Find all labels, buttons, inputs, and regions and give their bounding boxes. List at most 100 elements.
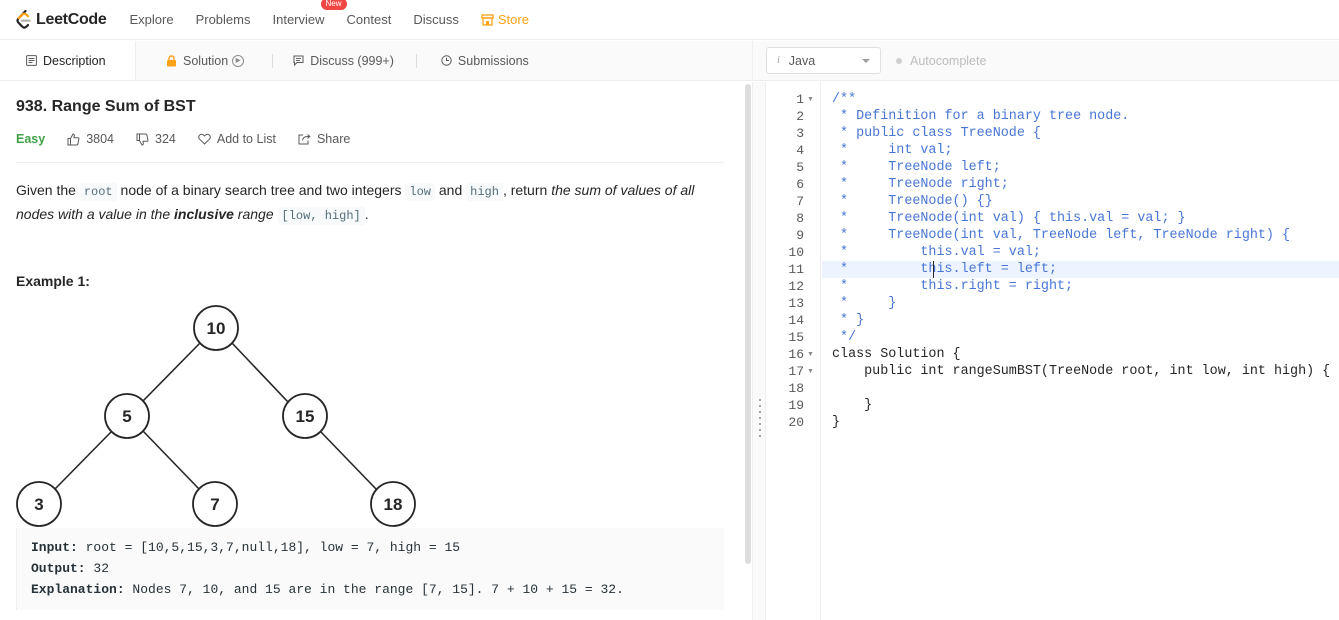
tree-node-label: 5 bbox=[122, 407, 131, 426]
nav-interview[interactable]: Interview New bbox=[272, 0, 347, 27]
example-output-label: Output: bbox=[31, 561, 86, 576]
tree-edge bbox=[141, 342, 201, 403]
dislike-count: 324 bbox=[155, 132, 176, 146]
example-block: Input: root = [10,5,15,3,7,null,18], low… bbox=[16, 528, 724, 610]
code-line: public int rangeSumBST(TreeNode root, in… bbox=[832, 364, 1331, 379]
line-number: 7 bbox=[796, 194, 804, 209]
dislike-button[interactable]: 324 bbox=[136, 132, 176, 146]
code-line: */ bbox=[832, 330, 857, 345]
store-icon bbox=[481, 13, 494, 26]
tab-submissions[interactable]: Submissions bbox=[417, 41, 545, 80]
code-line: * this.val = val; bbox=[832, 245, 1041, 260]
code-line: * } bbox=[832, 313, 865, 328]
clock-icon bbox=[441, 55, 452, 66]
code-editor[interactable]: 1 2 3 4 5 6 7 8 9 10 11 12 13 14 15 16 1… bbox=[766, 82, 1339, 620]
meta-divider bbox=[16, 162, 724, 163]
line-number: 3 bbox=[796, 126, 804, 141]
inline-code: root bbox=[79, 183, 117, 201]
heart-icon bbox=[198, 133, 211, 145]
code-line: * public class TreeNode { bbox=[832, 126, 1041, 141]
leetcode-logo[interactable]: LeetCode bbox=[16, 9, 107, 30]
fold-arrow-icon[interactable]: ▼ bbox=[807, 346, 814, 363]
tree-edge bbox=[319, 430, 378, 491]
code-line: class Solution { bbox=[832, 347, 961, 362]
example-input-label: Input: bbox=[31, 540, 78, 555]
language-select[interactable]: i Java bbox=[766, 47, 881, 74]
chevron-down-icon bbox=[862, 59, 870, 63]
tab-description[interactable]: Description bbox=[0, 41, 136, 80]
inline-code: low bbox=[405, 183, 435, 201]
line-number: 5 bbox=[796, 160, 804, 175]
line-number: 6 bbox=[796, 177, 804, 192]
tab-description-label: Description bbox=[43, 53, 106, 68]
nav-explore[interactable]: Explore bbox=[130, 12, 174, 27]
drag-handle-icon[interactable] bbox=[759, 397, 761, 439]
nav-problems[interactable]: Problems bbox=[196, 12, 251, 27]
line-number: 8 bbox=[796, 211, 804, 226]
description-scrollbar[interactable] bbox=[745, 84, 751, 564]
tab-discuss[interactable]: Discuss (999+) bbox=[273, 41, 416, 80]
difficulty-badge: Easy bbox=[16, 132, 46, 146]
statement-text: and bbox=[434, 182, 467, 198]
nav-interview-label: Interview bbox=[272, 12, 325, 27]
line-number: 18 bbox=[788, 381, 804, 396]
line-number: 10 bbox=[788, 245, 804, 260]
line-number: 15 bbox=[788, 330, 804, 345]
autocomplete-toggle[interactable]: Autocomplete bbox=[896, 54, 986, 68]
thumbs-up-icon bbox=[67, 132, 80, 145]
video-play-icon: ▸ bbox=[232, 54, 245, 67]
nav-discuss[interactable]: Discuss bbox=[413, 12, 459, 27]
panel-splitter[interactable] bbox=[752, 82, 766, 620]
line-number: 19 bbox=[788, 398, 804, 413]
add-to-list-button[interactable]: Add to List bbox=[198, 132, 276, 146]
nav-contest[interactable]: Contest bbox=[347, 12, 392, 27]
line-number: 4 bbox=[796, 143, 804, 158]
example-output: Output: 32 bbox=[31, 558, 710, 579]
line-number: 2 bbox=[796, 109, 804, 124]
code-line: * this.right = right; bbox=[832, 279, 1074, 294]
statement-text: Given the bbox=[16, 182, 80, 198]
statement-text: , return bbox=[502, 182, 552, 198]
example-output-value: 32 bbox=[85, 561, 110, 576]
tree-edge bbox=[231, 342, 289, 403]
tab-submissions-label: Submissions bbox=[457, 53, 529, 68]
tab-solution[interactable]: Solution ▸ bbox=[136, 41, 272, 80]
inline-code: [low, high] bbox=[277, 207, 365, 225]
code-line: } bbox=[832, 415, 841, 430]
tree-node-label: 7 bbox=[210, 495, 219, 514]
code-lines[interactable]: /** * Definition for a binary tree node.… bbox=[822, 82, 1339, 620]
statement-text: node of a binary search tree and two int… bbox=[116, 182, 406, 198]
add-to-list-label: Add to List bbox=[216, 132, 276, 146]
tree-node-label: 10 bbox=[207, 319, 226, 338]
code-line: * TreeNode left; bbox=[832, 160, 1001, 175]
tab-discuss-label: Discuss (999+) bbox=[310, 53, 394, 68]
code-line: * Definition for a binary tree node. bbox=[832, 109, 1130, 124]
statement-text: . bbox=[364, 206, 369, 222]
code-line: * TreeNode right; bbox=[832, 177, 1009, 192]
tree-edge bbox=[53, 430, 113, 491]
example-explanation-label: Explanation: bbox=[31, 582, 125, 597]
statement-strong: inclusive bbox=[174, 206, 234, 222]
code-line: * TreeNode(int val, TreeNode left, TreeN… bbox=[832, 228, 1291, 243]
line-number: 12 bbox=[788, 279, 804, 294]
tree-node-label: 15 bbox=[296, 407, 315, 426]
example-input-value: root = [10,5,15,3,7,null,18], low = 7, h… bbox=[77, 540, 461, 555]
like-button[interactable]: 3804 bbox=[67, 132, 114, 146]
example-input: Input: root = [10,5,15,3,7,null,18], low… bbox=[31, 537, 710, 558]
description-icon bbox=[26, 55, 37, 66]
share-button[interactable]: Share bbox=[298, 132, 350, 146]
tree-node-label: 3 bbox=[34, 495, 43, 514]
nav-store[interactable]: Store bbox=[481, 12, 529, 27]
problem-description-panel: 938. Range Sum of BST Easy 3804 324 Add … bbox=[0, 82, 752, 620]
code-line: * TreeNode(int val) { this.val = val; } bbox=[832, 211, 1186, 226]
code-line: * } bbox=[832, 296, 897, 311]
line-number: 17 bbox=[788, 364, 804, 379]
fold-arrow-icon[interactable]: ▼ bbox=[807, 363, 814, 380]
tab-solution-label: Solution bbox=[183, 53, 229, 68]
fold-arrow-icon[interactable]: ▼ bbox=[807, 91, 814, 108]
inline-code: high bbox=[466, 183, 503, 201]
line-number: 14 bbox=[788, 313, 804, 328]
example-explanation-value: Nodes 7, 10, and 15 are in the range [7,… bbox=[124, 582, 624, 597]
discuss-icon bbox=[293, 55, 304, 66]
line-number: 11 bbox=[788, 262, 804, 277]
